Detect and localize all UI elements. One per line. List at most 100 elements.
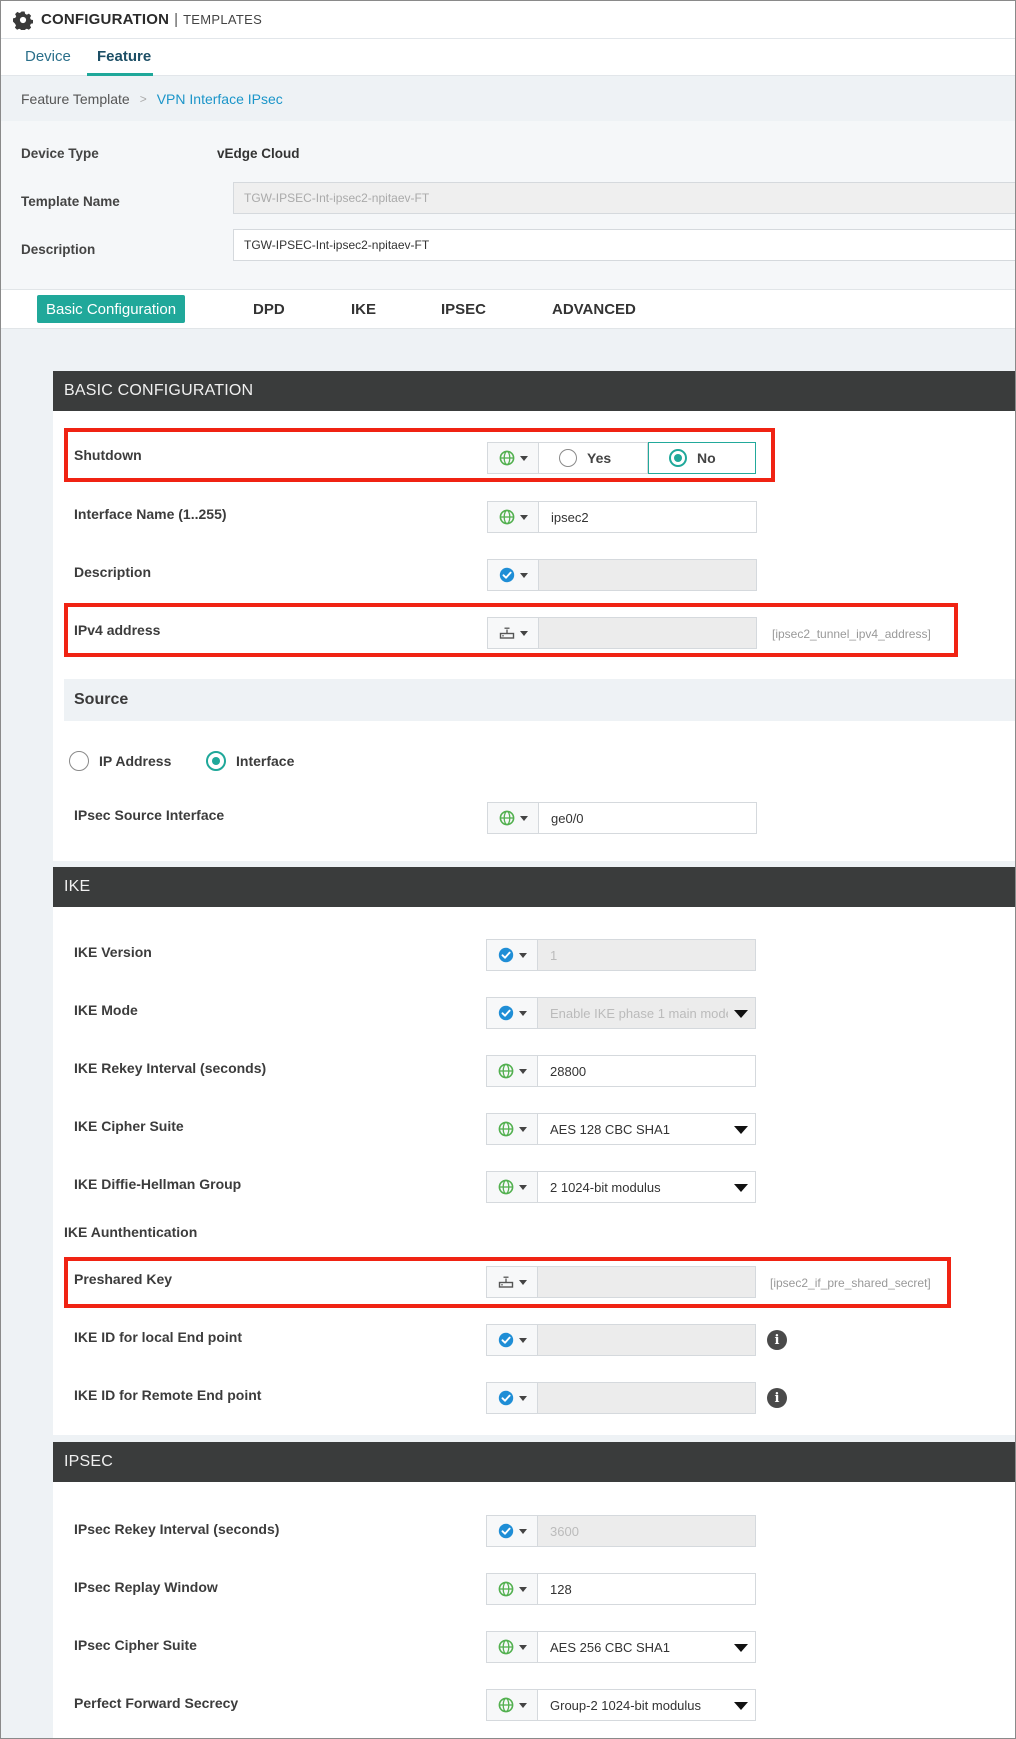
page-title: CONFIGURATION bbox=[41, 11, 170, 28]
chevron-down-icon bbox=[518, 1395, 527, 1401]
scope-selector[interactable] bbox=[486, 1113, 538, 1145]
interface-name-label: Interface Name (1..255) bbox=[74, 506, 227, 522]
ike-version-control: 1 bbox=[486, 939, 756, 971]
pfs-label: Perfect Forward Secrecy bbox=[74, 1695, 239, 1711]
ipsec-rekey-input[interactable]: 3600 bbox=[538, 1515, 756, 1547]
description-input[interactable] bbox=[539, 559, 757, 591]
check-circle-icon bbox=[499, 567, 515, 583]
scope-selector[interactable] bbox=[486, 939, 538, 971]
ike-local-id-control bbox=[486, 1324, 756, 1356]
ike-version-value: 1 bbox=[550, 947, 558, 963]
ipsec-source-interface-label: IPsec Source Interface bbox=[74, 807, 225, 823]
interface-name-value: ipsec2 bbox=[551, 509, 589, 525]
chevron-down-icon bbox=[518, 1586, 527, 1592]
check-circle-icon bbox=[498, 1390, 514, 1406]
title-separator: | bbox=[174, 11, 179, 28]
pfs-control: Group-2 1024-bit modulus bbox=[486, 1689, 756, 1721]
scope-selector[interactable] bbox=[486, 1689, 538, 1721]
ike-mode-control: Enable IKE phase 1 main mode bbox=[486, 997, 756, 1029]
pfs-select[interactable]: Group-2 1024-bit modulus bbox=[538, 1689, 756, 1721]
source-subsection-header: Source bbox=[64, 679, 1015, 721]
ike-dh-group-label: IKE Diffie-Hellman Group bbox=[74, 1176, 242, 1192]
ipsec-replay-window-input[interactable]: 128 bbox=[538, 1573, 756, 1605]
globe-icon bbox=[498, 1063, 514, 1079]
ike-section-title: IKE bbox=[64, 878, 91, 895]
check-circle-icon bbox=[498, 947, 514, 963]
template-description-input[interactable]: TGW-IPSEC-Int-ipsec2-npitaev-FT bbox=[233, 229, 1015, 261]
tab-ipsec[interactable]: IPSEC bbox=[441, 301, 486, 318]
preshared-key-highlight-box bbox=[64, 1257, 951, 1308]
chevron-down-icon bbox=[518, 1010, 527, 1016]
ike-local-id-input[interactable] bbox=[538, 1324, 756, 1356]
scope-selector[interactable] bbox=[487, 802, 539, 834]
interface-name-input[interactable]: ipsec2 bbox=[539, 501, 757, 533]
gear-icon bbox=[13, 11, 33, 30]
section-tabs: Basic Configuration DPD IKE IPSEC ADVANC… bbox=[1, 289, 1015, 329]
source-interface-option[interactable]: Interface bbox=[206, 751, 294, 771]
ike-dh-group-select[interactable]: 2 1024-bit modulus bbox=[538, 1171, 756, 1203]
breadcrumb-separator: > bbox=[139, 91, 147, 106]
scope-selector[interactable] bbox=[486, 1055, 538, 1087]
tab-basic-configuration[interactable]: Basic Configuration bbox=[37, 295, 186, 323]
ipsec-source-interface-value: ge0/0 bbox=[551, 810, 584, 826]
scope-selector[interactable] bbox=[487, 559, 539, 591]
template-meta: Device Type vEdge Cloud Template Name TG… bbox=[1, 121, 1015, 289]
ipsec-cipher-control: AES 256 CBC SHA1 bbox=[486, 1631, 756, 1663]
chevron-down-icon bbox=[518, 1126, 527, 1132]
chevron-down-icon bbox=[519, 572, 528, 578]
ike-section-header: IKE bbox=[53, 867, 1015, 907]
interface-name-control: ipsec2 bbox=[487, 501, 757, 533]
ike-mode-label: IKE Mode bbox=[74, 1002, 138, 1018]
ipsec-source-interface-control: ge0/0 bbox=[487, 802, 757, 834]
ipsec-section-title: IPSEC bbox=[64, 1453, 114, 1470]
radio-ip-address[interactable] bbox=[69, 751, 89, 771]
ike-authentication-heading: IKE Aunthentication bbox=[64, 1224, 198, 1240]
check-circle-icon bbox=[498, 1332, 514, 1348]
source-ip-address-label: IP Address bbox=[99, 753, 172, 769]
ipsec-source-interface-input[interactable]: ge0/0 bbox=[539, 802, 757, 834]
ike-rekey-label: IKE Rekey Interval (seconds) bbox=[74, 1060, 267, 1076]
device-type-label: Device Type bbox=[21, 146, 99, 161]
ike-dh-group-control: 2 1024-bit modulus bbox=[486, 1171, 756, 1203]
radio-interface-selected[interactable] bbox=[206, 751, 226, 771]
ike-mode-select[interactable]: Enable IKE phase 1 main mode bbox=[538, 997, 756, 1029]
chevron-down-icon bbox=[518, 1337, 527, 1343]
info-icon[interactable]: i bbox=[767, 1388, 787, 1408]
scope-selector[interactable] bbox=[486, 1382, 538, 1414]
ike-cipher-select[interactable]: AES 128 CBC SHA1 bbox=[538, 1113, 756, 1145]
ipsec-cipher-select[interactable]: AES 256 CBC SHA1 bbox=[538, 1631, 756, 1663]
tab-feature[interactable]: Feature bbox=[97, 48, 151, 65]
scope-selector[interactable] bbox=[486, 1573, 538, 1605]
breadcrumb-feature-template[interactable]: Feature Template bbox=[21, 91, 130, 107]
template-description-label: Description bbox=[21, 242, 96, 257]
ipsec-rekey-label: IPsec Rekey Interval (seconds) bbox=[74, 1521, 280, 1537]
device-type-value: vEdge Cloud bbox=[217, 146, 300, 161]
globe-icon bbox=[499, 810, 515, 826]
source-ip-address-option[interactable]: IP Address bbox=[69, 751, 171, 771]
chevron-down-icon bbox=[518, 1644, 527, 1650]
ipsec-replay-window-control: 128 bbox=[486, 1573, 756, 1605]
ike-dh-group-value: 2 1024-bit modulus bbox=[550, 1179, 661, 1195]
scope-selector[interactable] bbox=[486, 1324, 538, 1356]
tab-advanced[interactable]: ADVANCED bbox=[552, 301, 636, 318]
ipsec-cipher-label: IPsec Cipher Suite bbox=[74, 1637, 197, 1653]
scope-selector[interactable] bbox=[487, 501, 539, 533]
ipsec-replay-window-label: IPsec Replay Window bbox=[74, 1579, 218, 1595]
ike-rekey-input[interactable]: 28800 bbox=[538, 1055, 756, 1087]
pfs-value: Group-2 1024-bit modulus bbox=[550, 1697, 702, 1713]
source-interface-label: Interface bbox=[236, 753, 295, 769]
scope-selector[interactable] bbox=[486, 997, 538, 1029]
globe-icon bbox=[498, 1581, 514, 1597]
ike-remote-id-input[interactable] bbox=[538, 1382, 756, 1414]
tab-ike[interactable]: IKE bbox=[351, 301, 376, 318]
info-icon[interactable]: i bbox=[767, 1330, 787, 1350]
template-name-input[interactable]: TGW-IPSEC-Int-ipsec2-npitaev-FT bbox=[233, 182, 1015, 214]
tab-dpd[interactable]: DPD bbox=[253, 301, 285, 318]
scope-selector[interactable] bbox=[486, 1515, 538, 1547]
scope-selector[interactable] bbox=[486, 1171, 538, 1203]
description-control bbox=[487, 559, 757, 591]
ike-version-input[interactable]: 1 bbox=[538, 939, 756, 971]
scope-selector[interactable] bbox=[486, 1631, 538, 1663]
tab-device[interactable]: Device bbox=[25, 48, 71, 65]
ipsec-rekey-control: 3600 bbox=[486, 1515, 756, 1547]
